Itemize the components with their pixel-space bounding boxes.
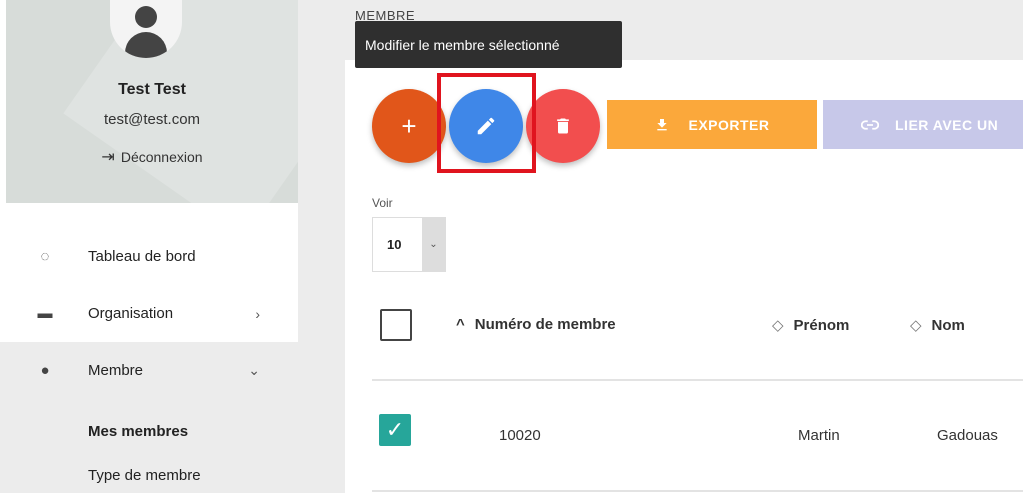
column-header-label: Numéro de membre [474,316,616,333]
logout-link[interactable]: ⇥ Déconnexion [6,147,298,167]
cell-nom: Gadouas [937,427,998,444]
row-divider [372,490,1023,492]
column-header-numero[interactable]: ^ Numéro de membre [456,316,616,333]
export-button[interactable]: EXPORTER [607,100,817,149]
person-icon: ● [40,362,50,379]
sidebar: Test Test test@test.com ⇥ Déconnexion ◌ … [0,0,298,493]
check-icon: ✓ [385,417,405,442]
sort-icon: ◇ [910,317,922,334]
logout-icon: ⇥ [101,149,115,166]
cell-numero: 10020 [499,427,541,444]
submenu-membre: Mes membres Type de membre [0,399,298,493]
sidebar-item-label: Membre [88,362,144,379]
show-entries-label: Voir [372,196,393,210]
column-header-label: Prénom [793,316,850,334]
edit-tooltip: Modifier le membre sélectionné [355,21,622,68]
header-divider [372,379,1023,381]
plus-icon: + [401,110,417,141]
sidebar-item-type-de-membre[interactable]: Type de membre [0,453,298,493]
sort-asc-icon: ^ [456,316,465,333]
cell-prenom: Martin [798,427,840,444]
sidebar-item-label: Tableau de bord [88,248,196,265]
link-button[interactable]: LIER AVEC UN [823,100,1023,149]
column-header-nom[interactable]: ◇ Nom [910,316,965,335]
user-name: Test Test [118,81,186,98]
highlight-box [437,73,536,173]
sidebar-item-dashboard[interactable]: ◌ Tableau de bord [0,228,298,285]
store-icon: ▬ [37,305,53,322]
sidebar-item-membre[interactable]: ● Membre ⌄ [0,342,298,399]
sidebar-nav: ◌ Tableau de bord ▬ Organisation › ● Mem… [0,228,298,493]
chevron-right-icon: › [255,305,260,322]
user-email: test@test.com [103,111,201,128]
chevron-down-icon: ⌄ [421,218,445,271]
delete-member-button[interactable] [526,89,600,163]
palette-icon: ◌ [40,248,50,265]
sidebar-item-mes-membres[interactable]: Mes membres [0,409,298,453]
profile-panel: Test Test test@test.com ⇥ Déconnexion [6,0,298,203]
sidebar-item-label: Organisation [88,305,174,322]
row-checkbox[interactable]: ✓ [379,414,411,446]
export-label: EXPORTER [688,116,770,133]
show-entries-value: 10 [387,237,402,252]
download-icon [657,118,668,130]
sort-icon: ◇ [772,317,784,334]
show-entries-select[interactable]: 10 ⌄ [372,217,446,272]
add-member-button[interactable]: + [372,89,446,163]
sidebar-item-organisation[interactable]: ▬ Organisation › [0,285,298,342]
column-header-prenom[interactable]: ◇ Prénom [772,316,850,335]
link-icon [861,119,879,130]
link-label: LIER AVEC UN [895,116,999,133]
column-header-label: Nom [931,316,965,334]
chevron-down-icon: ⌄ [248,362,260,378]
trash-icon [557,118,569,134]
select-all-checkbox[interactable] [380,309,412,341]
logout-label: Déconnexion [120,149,203,165]
